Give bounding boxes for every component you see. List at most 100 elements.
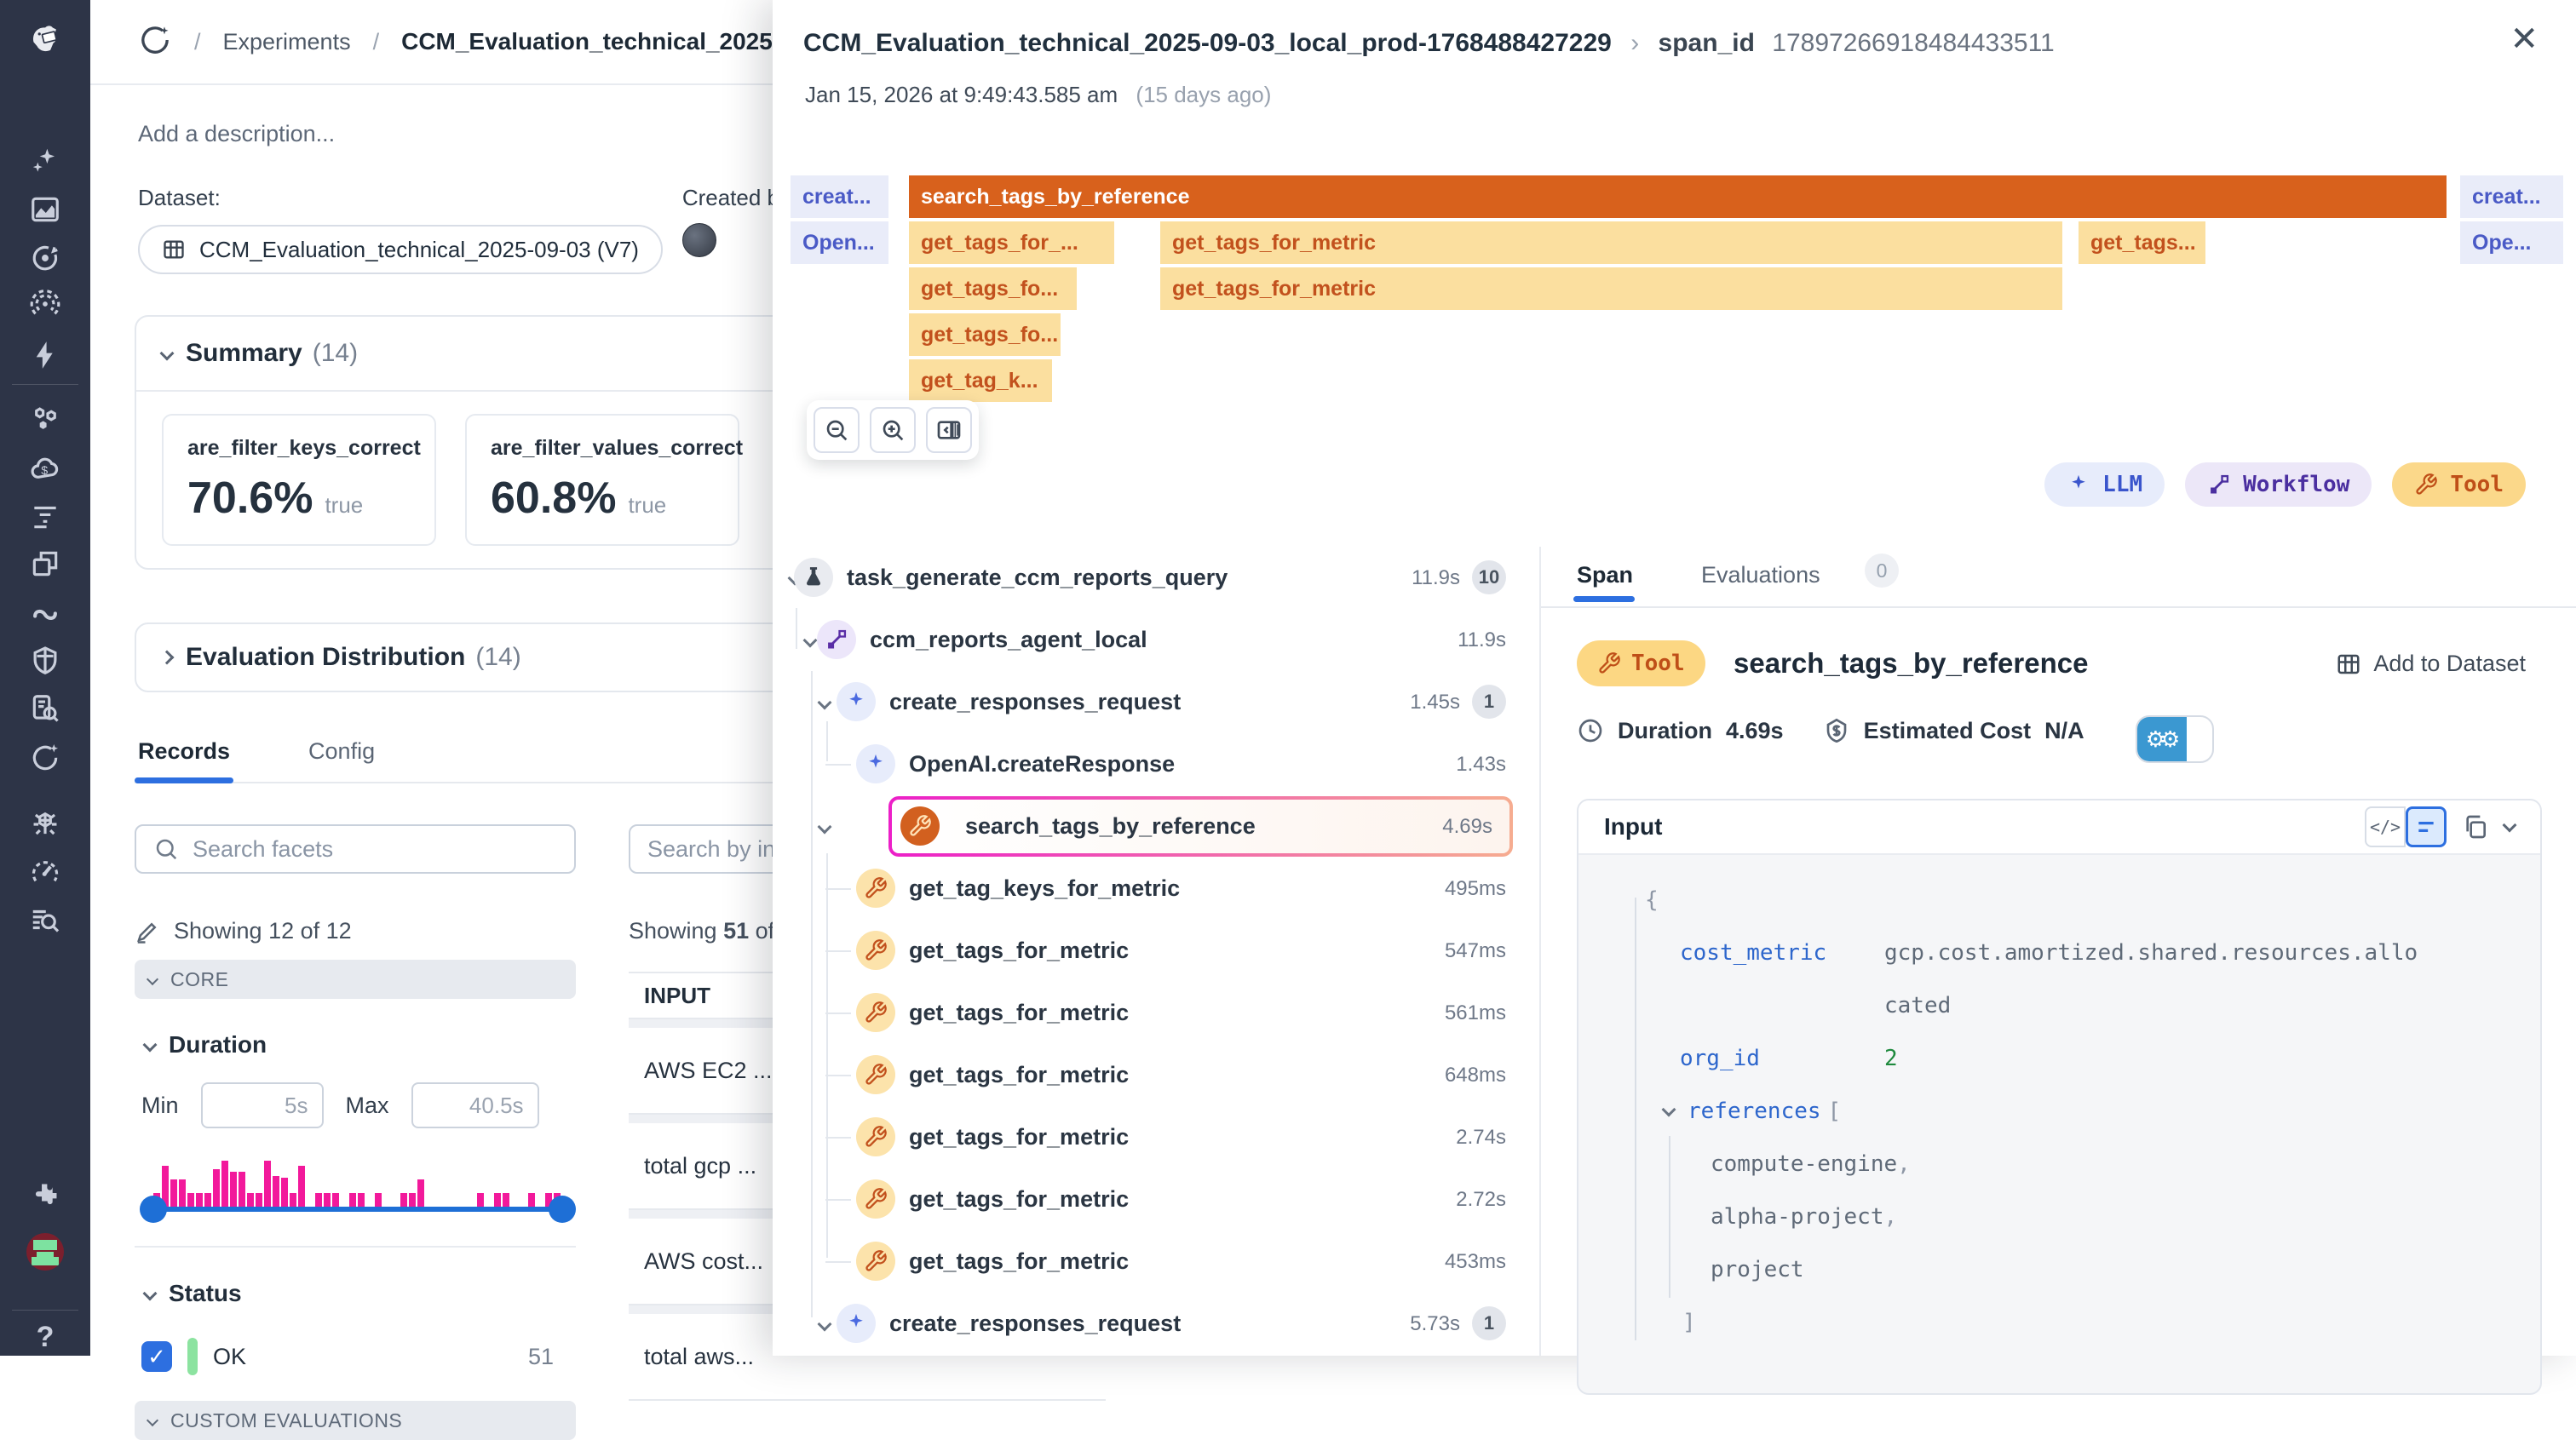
json-key[interactable]: cost_metric	[1680, 940, 1884, 966]
flamegraph-span-get_tags_fo[interactable]: get_tags_fo...	[909, 267, 1077, 310]
llm-observability-breadcrumb-icon[interactable]	[138, 23, 172, 61]
duration-max-input[interactable]: 40.5s	[411, 1082, 539, 1128]
tab-records[interactable]: Records	[138, 738, 230, 782]
status-facet-title: Status	[169, 1280, 242, 1307]
tree-row-ccm_reports_agent_local[interactable]: ccm_reports_agent_local11.9s	[773, 609, 1521, 671]
breadcrumb-separator: /	[373, 29, 380, 55]
chevron-down-icon[interactable]	[1662, 1103, 1676, 1117]
cloud-cost-icon[interactable]: $	[26, 450, 64, 487]
flamegraph-span-Ope[interactable]: Ope...	[2460, 221, 2563, 264]
status-facet-header[interactable]: Status	[135, 1280, 576, 1307]
metric-value: 70.6%true	[187, 473, 411, 524]
span-duration: 547ms	[1445, 939, 1506, 963]
tree-row-get_tags_for_metric[interactable]: get_tags_for_metric648ms	[773, 1044, 1521, 1106]
breadcrumb-experiments[interactable]: Experiments	[223, 29, 351, 55]
help-icon[interactable]: ?	[26, 1318, 64, 1356]
settings-toggle[interactable]: ⚙⚙	[2136, 715, 2214, 763]
chevron-down-icon[interactable]	[802, 632, 819, 649]
dataset-pill[interactable]: CCM_Evaluation_technical_2025-09-03 (V7)	[138, 225, 663, 274]
security-icon[interactable]	[26, 642, 64, 680]
flamegraph-span-Open[interactable]: Open...	[791, 221, 888, 264]
dashboards-icon[interactable]	[26, 191, 64, 228]
facets-showing-text: Showing 12 of 12	[174, 918, 352, 944]
add-to-dataset-button[interactable]: Add to Dataset	[2336, 651, 2526, 677]
list-view-button[interactable]	[2406, 806, 2447, 847]
llm-observability-icon[interactable]	[26, 738, 64, 776]
integrations-icon[interactable]	[26, 1177, 64, 1214]
duration-min-input[interactable]: 5s	[201, 1082, 324, 1128]
tab-config[interactable]: Config	[308, 738, 375, 782]
creator-avatar[interactable]	[682, 223, 716, 257]
search-facets-input[interactable]: Search facets	[135, 824, 576, 874]
histogram-bar	[170, 1179, 177, 1210]
tool-legend-pill[interactable]: Tool	[2392, 462, 2526, 507]
flamegraph-span-get_tags_for_metric[interactable]: get_tags_for_metric	[1160, 267, 2062, 310]
events-icon[interactable]	[26, 336, 64, 374]
child-count-badge: 1	[1472, 1306, 1506, 1340]
datadog-logo[interactable]	[20, 12, 71, 63]
zoom-out-button[interactable]	[814, 407, 860, 453]
duration-slider-handle-min[interactable]	[140, 1196, 167, 1223]
metric-label: are_filter_keys_correct	[187, 436, 411, 461]
tree-row-get_tags_for_metric[interactable]: get_tags_for_metric561ms	[773, 982, 1521, 1044]
resources-hex-icon[interactable]	[26, 400, 64, 438]
core-section-header[interactable]: CORE	[135, 960, 576, 999]
tree-row-task_generate_ccm_reports_query[interactable]: task_generate_ccm_reports_query11.9s10	[773, 547, 1521, 609]
pencil-icon[interactable]	[135, 919, 160, 944]
bits-ai-icon[interactable]	[26, 142, 64, 180]
chevron-down-icon[interactable]	[816, 1316, 833, 1333]
flamegraph-span-creat[interactable]: creat...	[2460, 175, 2563, 218]
flamegraph-span-get_tags_fo[interactable]: get_tags_fo...	[909, 313, 1061, 356]
performance-icon[interactable]	[26, 853, 64, 891]
collapse-input-button[interactable]	[2504, 820, 2515, 834]
json-bracket: ]	[1578, 1296, 2540, 1349]
error-tracking-icon[interactable]	[26, 806, 64, 843]
avatar[interactable]	[26, 1233, 64, 1271]
copy-button[interactable]	[2462, 813, 2489, 840]
flamegraph-span-get_tags[interactable]: get_tags...	[2079, 221, 2205, 264]
tree-row-OpenAI.createResponse[interactable]: OpenAI.createResponse1.43s	[773, 733, 1521, 795]
flamegraph-span-get_tags_for_metric[interactable]: get_tags_for_metric	[1160, 221, 2062, 264]
trace-name[interactable]: CCM_Evaluation_technical_2025-09-03_loca…	[803, 29, 1612, 57]
flamegraph-span-get_tag_k[interactable]: get_tag_k...	[909, 359, 1052, 402]
flamegraph-span-creat[interactable]: creat...	[791, 175, 888, 218]
audit-trail-icon[interactable]	[26, 690, 64, 727]
tree-row-create_responses_request[interactable]: create_responses_request5.73s1	[773, 1293, 1521, 1355]
flamegraph-span-search_tags_by_reference[interactable]: search_tags_by_reference	[909, 175, 2447, 218]
flamegraph-span-get_tags_for[interactable]: get_tags_for_...	[909, 221, 1114, 264]
pipelines-icon[interactable]	[26, 593, 64, 630]
tree-row-get_tags_for_metric[interactable]: get_tags_for_metric2.72s	[773, 1168, 1521, 1231]
tree-row-get_tags_for_metric[interactable]: get_tags_for_metric547ms	[773, 920, 1521, 982]
span-label: get_tag_keys_for_metric	[909, 875, 1180, 902]
tree-row-get_tags_for_metric[interactable]: get_tags_for_metric2.74s	[773, 1106, 1521, 1168]
log-search-icon[interactable]	[26, 901, 64, 938]
tree-row-get_tag_keys_for_metric[interactable]: get_tag_keys_for_metric495ms	[773, 858, 1521, 920]
llm-legend-pill[interactable]: LLM	[2044, 462, 2165, 507]
tree-row-get_tags_for_metric[interactable]: get_tags_for_metric453ms	[773, 1231, 1521, 1293]
zoom-in-button[interactable]	[870, 407, 916, 453]
search-facets-placeholder: Search facets	[193, 836, 333, 863]
duration-slider-handle-max[interactable]	[549, 1196, 576, 1223]
json-key[interactable]: org_id	[1680, 1046, 1884, 1071]
tab-span[interactable]: Span	[1577, 562, 1633, 588]
infrastructure-icon[interactable]	[26, 285, 64, 323]
selected-span-row[interactable]: search_tags_by_reference4.69s	[888, 796, 1513, 857]
workflow-legend-pill[interactable]: Workflow	[2185, 462, 2372, 507]
tree-row-create_responses_request[interactable]: create_responses_request1.45s1	[773, 671, 1521, 733]
service-catalog-icon[interactable]	[26, 545, 64, 582]
logs-icon[interactable]	[26, 497, 64, 535]
status-item-ok[interactable]: ✓OK51	[135, 1338, 576, 1375]
checkbox-checked[interactable]: ✓	[141, 1341, 172, 1372]
tree-row-search_tags_by_reference[interactable]: search_tags_by_reference4.69s	[773, 795, 1521, 858]
chevron-right-icon	[160, 651, 175, 665]
apm-icon[interactable]	[26, 239, 64, 277]
chevron-down-icon[interactable]	[816, 818, 833, 835]
code-view-button[interactable]: </>	[2365, 806, 2406, 847]
duration-facet-header[interactable]: Duration	[135, 1031, 576, 1058]
tab-evaluations[interactable]: Evaluations	[1701, 562, 1820, 588]
chevron-down-icon[interactable]	[816, 694, 833, 711]
custom-evaluations-section-header[interactable]: CUSTOM EVALUATIONS	[135, 1401, 576, 1440]
collapse-panel-button[interactable]	[926, 407, 972, 453]
summary-metric-card: are_filter_keys_correct 70.6%true	[162, 414, 436, 546]
close-icon[interactable]: ✕	[2510, 22, 2539, 56]
